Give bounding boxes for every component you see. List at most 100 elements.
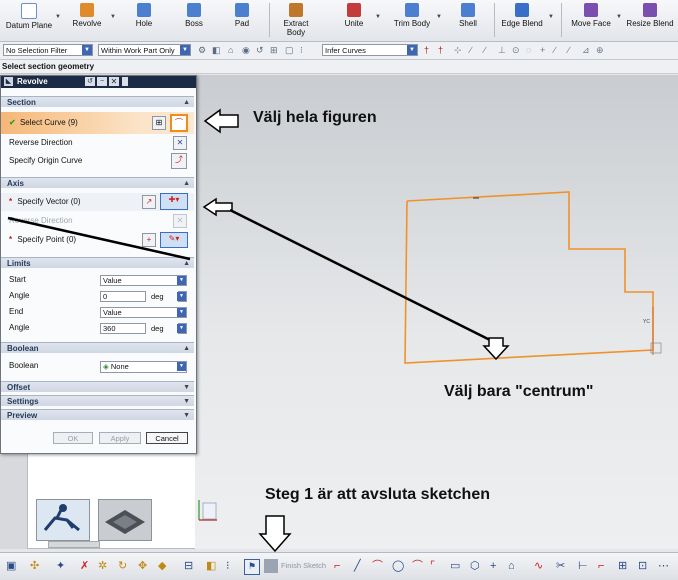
point-on-surface-icon[interactable]: ⊿ (582, 45, 590, 55)
layer-icon[interactable]: ⊟ (184, 560, 193, 572)
preview-thumbnail-part[interactable] (98, 499, 152, 541)
boss-button[interactable]: Boss (172, 2, 216, 40)
unite-dropdown-icon[interactable]: ▼ (375, 14, 381, 20)
gear-icon[interactable]: ⚙ (198, 45, 206, 55)
hole-button[interactable]: Hole (122, 2, 166, 40)
mid-point-icon[interactable]: ∕ (484, 45, 486, 55)
offset-curve-icon[interactable]: ∿ (534, 560, 543, 572)
settings-group-header[interactable]: Settings ▼ (1, 395, 194, 406)
dialog-grip-icon[interactable] (122, 77, 128, 86)
end-angle-options[interactable]: ▼ (177, 323, 187, 334)
filter-icon[interactable]: ⌂ (228, 45, 233, 55)
rectangle-icon[interactable]: ▭ (450, 560, 460, 572)
apply-button[interactable]: Apply (99, 432, 141, 444)
preview-thumbnail-figure[interactable] (36, 499, 90, 541)
control-point-icon[interactable]: ⊥ (498, 45, 506, 55)
reset-icon[interactable]: ↺ (85, 77, 95, 86)
edge-blend-button[interactable]: Edge Blend (499, 2, 545, 40)
arc-center-icon[interactable]: ◌ (526, 45, 531, 55)
polygon-icon[interactable]: ⬡ (470, 560, 480, 572)
quick-extend-icon[interactable]: ⊢ (578, 560, 588, 572)
point-type-dropdown[interactable]: ✎▾ (160, 232, 188, 248)
selection-scope-select[interactable]: Within Work Part Only ▼ (98, 44, 191, 56)
trim-body-button[interactable]: Trim Body (389, 2, 435, 40)
chamfer-icon[interactable]: ⌜ (430, 560, 435, 572)
boolean-group-header[interactable]: Boolean ▲ (1, 342, 194, 353)
minimize-icon[interactable]: − (97, 77, 107, 86)
profile-icon[interactable]: ⌐ (334, 560, 340, 572)
snap-icon[interactable]: ◧ (212, 45, 221, 55)
section-group-header[interactable]: Section ▲ (1, 96, 194, 107)
pad-button[interactable]: Pad (222, 2, 262, 40)
selection-filter-select[interactable]: No Selection Filter ▼ (3, 44, 93, 56)
navigator-scrollbar[interactable] (48, 541, 100, 548)
make-corner-icon[interactable]: ⌐ (598, 560, 604, 572)
curve-select-button[interactable]: ⌒ (170, 114, 188, 132)
stop-at-intersection-icon[interactable]: † (424, 45, 429, 55)
unite-button[interactable]: Unite (334, 2, 374, 40)
shell-button[interactable]: Shell (448, 2, 488, 40)
revolve-dropdown-icon[interactable]: ▼ (110, 14, 116, 20)
finish-sketch-label[interactable]: Finish Sketch (281, 560, 326, 572)
quadrant-point-icon[interactable]: + (540, 45, 545, 55)
circle-icon[interactable]: ◯ (392, 560, 404, 572)
finish-sketch-icon[interactable]: ⚑ (244, 559, 260, 575)
quick-trim-icon[interactable]: ✂ (556, 560, 565, 572)
section-view-icon[interactable]: ⁝ (226, 560, 230, 572)
rotate-icon[interactable]: ↻ (118, 560, 127, 572)
trim-body-dropdown-icon[interactable]: ▼ (436, 14, 442, 20)
pan-icon[interactable]: ✥ (138, 560, 147, 572)
follow-fillet-icon[interactable]: † (438, 45, 443, 55)
arc-icon[interactable]: ⌒ (372, 560, 383, 572)
cancel-button[interactable]: Cancel (146, 432, 188, 444)
snap-view-icon[interactable]: ✣ (30, 560, 39, 572)
start-angle-input[interactable]: 0 (100, 291, 146, 302)
revolve-button[interactable]: Revolve (64, 2, 110, 40)
vector-type-dropdown[interactable]: ✚▾ (160, 193, 188, 210)
constraints-icon[interactable]: ⊞ (618, 560, 627, 572)
point-icon[interactable]: ⊞ (270, 45, 278, 55)
offset-group-header[interactable]: Offset ▼ (1, 381, 194, 392)
datum-plane-dropdown-icon[interactable]: ▼ (55, 14, 61, 20)
more-tools-icon[interactable]: ⋯ (658, 560, 669, 572)
ok-button[interactable]: OK (53, 432, 93, 444)
datum-plane-button[interactable]: Datum Plane (4, 2, 54, 40)
extract-body-button[interactable]: Extract Body (276, 2, 316, 40)
dimension-icon[interactable]: ⊡ (638, 560, 647, 572)
point-on-curve-icon[interactable]: ∕ (568, 45, 570, 55)
limit-end-select[interactable]: Value ▼ (100, 307, 187, 318)
menu-icon[interactable]: ▣ (6, 560, 16, 572)
move-face-button[interactable]: Move Face (568, 2, 614, 40)
move-face-dropdown-icon[interactable]: ▼ (616, 14, 622, 20)
resize-blend-button[interactable]: Resize Blend (624, 2, 676, 40)
limits-group-header[interactable]: Limits ▲ (1, 257, 194, 268)
start-angle-options[interactable]: ▼ (177, 291, 187, 302)
limit-start-select[interactable]: Value ▼ (100, 275, 187, 286)
zoom-icon[interactable]: ✲ (98, 560, 107, 572)
axis-group-header[interactable]: Axis ▲ (1, 177, 194, 188)
display-icon[interactable]: ◧ (206, 560, 216, 572)
curve-icon[interactable]: ↺ (256, 45, 264, 55)
curve-rule-select[interactable]: Infer Curves ▼ (322, 44, 418, 56)
grid-icon[interactable]: ⁝ (300, 45, 303, 55)
render-icon[interactable]: ◆ (158, 560, 166, 572)
sketch-section-button[interactable]: ⊞ (152, 116, 166, 130)
point-dialog-button[interactable]: + (142, 233, 156, 247)
intersection-point-icon[interactable]: ⊙ (512, 45, 520, 55)
end-angle-input[interactable]: 360 (100, 323, 146, 334)
graphics-viewport[interactable]: YC (195, 75, 678, 549)
box-icon[interactable]: ▢ (285, 45, 294, 55)
close-icon[interactable]: ✕ (109, 77, 119, 86)
dialog-menu-icon[interactable]: ◣ (4, 77, 13, 86)
select-icon[interactable]: ◉ (242, 45, 250, 55)
bounded-grid-icon[interactable]: ⊕ (596, 45, 604, 55)
existing-point-icon[interactable]: ∕ (554, 45, 556, 55)
snap-point-icon[interactable]: ⊹ (454, 45, 462, 55)
sketch-profile-curve[interactable] (404, 191, 654, 364)
reverse-direction-button[interactable]: ✕ (173, 136, 187, 150)
fit-icon[interactable]: ✗ (80, 560, 89, 572)
orient-icon[interactable]: ✦ (56, 560, 65, 572)
point-icon[interactable]: + (490, 560, 496, 572)
edge-blend-dropdown-icon[interactable]: ▼ (548, 14, 554, 20)
origin-curve-button[interactable]: ⤴ (171, 153, 187, 169)
